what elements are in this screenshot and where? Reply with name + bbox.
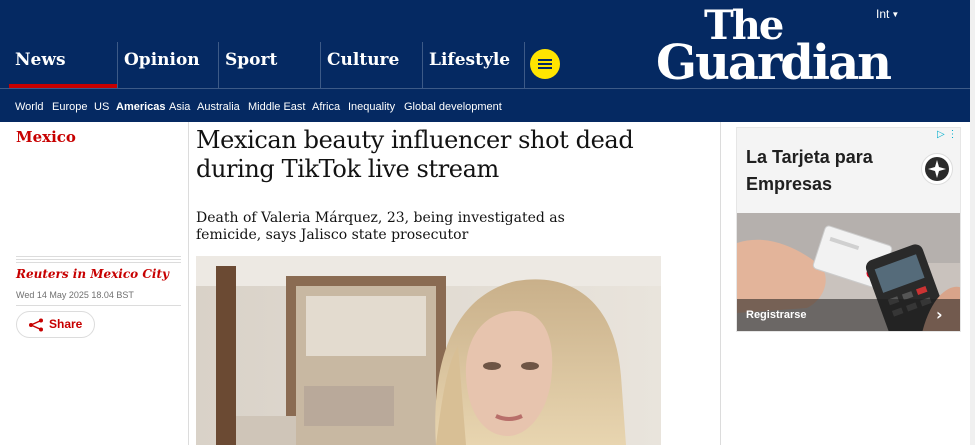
ad-headline: La Tarjeta para Empresas [746, 147, 873, 194]
sub-navigation: World Europe US Americas Asia Australia … [0, 88, 975, 122]
pillar-news[interactable]: News [9, 42, 117, 88]
logo-line-2: Guardian [656, 35, 892, 91]
pillar-lifestyle[interactable]: Lifestyle [422, 42, 525, 88]
subnav-inequality[interactable]: Inequality [348, 101, 395, 113]
share-button[interactable]: Share [16, 311, 95, 338]
meta-divider [16, 262, 181, 263]
ad-cta-label: Registrarse [746, 309, 807, 321]
pillar-opinion-label: Opinion [124, 50, 200, 70]
chevron-down-icon: ▼ [891, 10, 900, 19]
article-headline: Mexican beauty influencer shot dead duri… [196, 126, 634, 183]
edition-selector[interactable]: Int ▼ [876, 7, 899, 21]
pillar-culture[interactable]: Culture [320, 42, 422, 88]
share-label: Share [49, 317, 83, 331]
publish-date: Wed 14 May 2025 18.04 BST [16, 290, 134, 300]
byline[interactable]: Reuters in Mexico City [16, 267, 169, 281]
pillar-opinion[interactable]: Opinion [117, 42, 218, 88]
subnav-middle-east[interactable]: Middle East [248, 101, 305, 113]
share-icon [29, 318, 43, 332]
subnav-europe[interactable]: Europe [52, 101, 87, 113]
site-header: Int ▼ The Guardian News Opinion Sport Cul… [0, 0, 975, 122]
left-column-divider [188, 122, 189, 445]
adchoices-icon[interactable]: ▷ ⋮ [937, 129, 957, 140]
meta-divider [16, 305, 181, 306]
chevron-right-icon: › [936, 305, 943, 324]
subnav-world[interactable]: World [15, 101, 44, 113]
ad-cta-button[interactable]: Registrarse › [737, 299, 960, 331]
subnav-americas[interactable]: Americas [116, 101, 166, 113]
meta-divider [16, 259, 181, 260]
subnav-global-development[interactable]: Global development [404, 101, 502, 113]
pillar-culture-label: Culture [327, 50, 400, 70]
subnav-australia[interactable]: Australia [197, 101, 240, 113]
scrollbar-track[interactable] [970, 0, 975, 445]
advertisement[interactable]: ▷ ⋮ La Tarjeta para Empresas Registrarse… [736, 127, 961, 332]
meta-divider [16, 256, 181, 257]
subnav-africa[interactable]: Africa [312, 101, 340, 113]
pillar-sport-label: Sport [225, 50, 278, 70]
pillar-lifestyle-label: Lifestyle [429, 50, 511, 70]
right-column-divider [720, 122, 721, 445]
article-standfirst: Death of Valeria Márquez, 23, being inve… [196, 210, 565, 243]
pillar-sport[interactable]: Sport [218, 42, 320, 88]
edition-label: Int [876, 7, 890, 21]
article-main-image [196, 256, 661, 445]
ad-brand-logo [921, 153, 953, 185]
subnav-asia[interactable]: Asia [169, 101, 190, 113]
pillar-news-label: News [15, 50, 66, 70]
subnav-us[interactable]: US [94, 101, 109, 113]
section-label[interactable]: Mexico [16, 128, 76, 146]
hamburger-menu-icon[interactable] [530, 49, 560, 79]
